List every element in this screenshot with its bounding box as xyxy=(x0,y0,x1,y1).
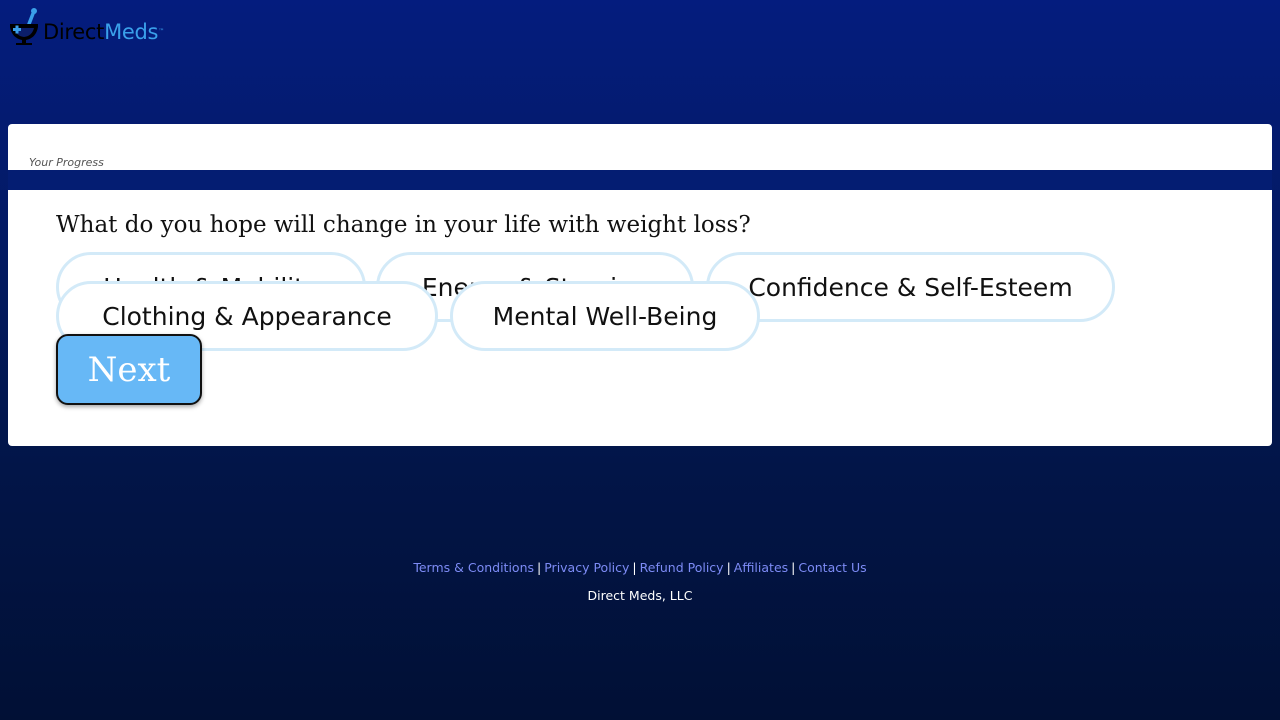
option-label: Mental Well-Being xyxy=(492,301,718,331)
refund-link[interactable]: Refund Policy xyxy=(640,560,724,575)
progress-bar xyxy=(8,170,1272,190)
contact-link[interactable]: Contact Us xyxy=(798,560,866,575)
footer-separator: | xyxy=(791,560,796,575)
brand-name-part1: Direct xyxy=(43,20,105,44)
footer-separator: | xyxy=(537,560,542,575)
mortar-pestle-icon xyxy=(8,6,40,46)
progress-header: Your Progress xyxy=(8,124,1272,170)
option-mental-well-being[interactable]: Mental Well-Being xyxy=(450,281,760,351)
option-label: Clothing & Appearance xyxy=(102,301,392,331)
footer-company: Direct Meds, LLC xyxy=(587,588,693,603)
privacy-link[interactable]: Privacy Policy xyxy=(544,560,629,575)
option-confidence-self-esteem[interactable]: Confidence & Self-Esteem xyxy=(706,252,1115,322)
terms-link[interactable]: Terms & Conditions xyxy=(413,560,534,575)
question-text: What do you hope will change in your lif… xyxy=(56,212,751,238)
option-label: Confidence & Self-Esteem xyxy=(748,272,1073,302)
brand-name-part2: Meds xyxy=(104,20,159,44)
next-button[interactable]: Next xyxy=(56,334,202,405)
brand-name: DirectMeds™ xyxy=(43,20,164,46)
brand-logo[interactable]: DirectMeds™ xyxy=(8,6,164,46)
affiliates-link[interactable]: Affiliates xyxy=(734,560,788,575)
trademark-symbol: ™ xyxy=(158,28,164,35)
question-card: What do you hope will change in your lif… xyxy=(8,190,1272,446)
footer-separator: | xyxy=(726,560,731,575)
footer-separator: | xyxy=(632,560,637,575)
footer-links: Terms & Conditions | Privacy Policy | Refund… xyxy=(0,560,1280,575)
progress-label: Your Progress xyxy=(29,156,104,169)
